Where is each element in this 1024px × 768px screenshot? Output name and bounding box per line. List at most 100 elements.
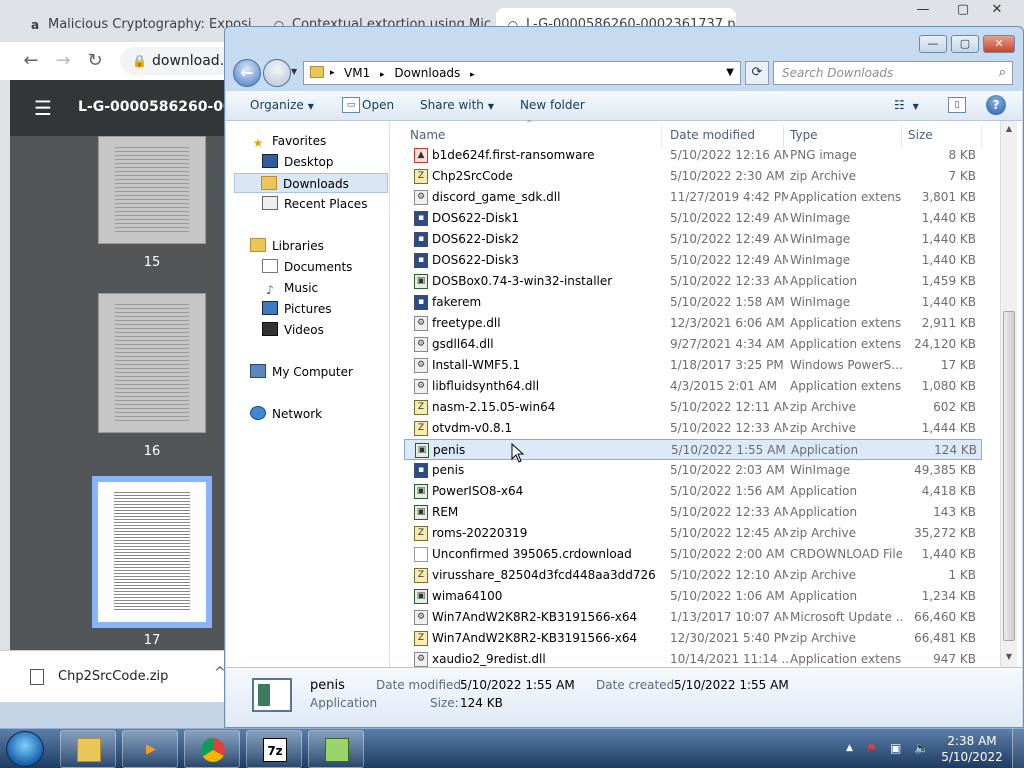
file-row[interactable]: ▪ DOS622-Disk1 5/10/2022 12:49 AM WinImage 1…: [404, 208, 982, 229]
nav-music[interactable]: ♪ Music: [262, 278, 318, 298]
page-thumbnail-selected[interactable]: [92, 476, 212, 628]
file-row[interactable]: ▲ b1de624f.first-ransomware 5/10/2022 12:1…: [404, 145, 982, 166]
file-row[interactable]: Z Chp2SrcCode 5/10/2022 2:30 AM zip Archive…: [404, 166, 982, 187]
dll-file-icon: ⚙: [414, 337, 428, 352]
page-thumbnail[interactable]: [98, 293, 206, 433]
back-arrow-icon[interactable]: ←: [18, 48, 44, 74]
taskbar-notepad-plus-plus[interactable]: [308, 730, 364, 768]
chrome-close-icon[interactable]: ✕: [974, 0, 1020, 20]
file-row[interactable]: ⚙ Install-WMF5.1 1/18/2017 3:25 PM Windows …: [404, 355, 982, 376]
back-button[interactable]: ←: [233, 59, 261, 87]
file-row[interactable]: ▪ fakerem 5/10/2022 1:58 AM WinImage 1,440 K…: [404, 292, 982, 313]
breadcrumb-chevron-icon[interactable]: ▸: [470, 70, 475, 80]
close-button[interactable]: ✕: [983, 35, 1015, 53]
minimize-button[interactable]: —: [919, 35, 947, 53]
file-date: 11/27/2019 4:42 PM: [670, 190, 788, 204]
nav-favorites[interactable]: ★ Favorites: [250, 131, 327, 151]
file-row[interactable]: ⚙ Win7AndW2K8R2-KB3191566-x64 1/13/2017 10…: [404, 607, 982, 628]
maximize-button[interactable]: ▢: [951, 35, 979, 53]
file-row[interactable]: ▣ wima64100 5/10/2022 1:06 AM Application 1,…: [404, 586, 982, 607]
nav-documents[interactable]: Documents: [262, 257, 352, 277]
nav-desktop[interactable]: Desktop: [262, 152, 334, 172]
taskbar-7zip[interactable]: 7z: [246, 730, 302, 768]
forward-button[interactable]: →: [263, 59, 291, 87]
network-tray-icon[interactable]: ▣: [890, 741, 901, 755]
file-size: 1,440 KB: [921, 547, 976, 561]
nav-pictures[interactable]: Pictures: [262, 299, 332, 319]
file-row[interactable]: Unconfirmed 395065.crdownload 5/10/2022 2…: [404, 544, 982, 565]
file-type: Application extens...: [790, 337, 902, 351]
file-row[interactable]: Zvirusshare_82504d3fcd448aa3dd726bc7fe..…: [404, 565, 982, 586]
search-input[interactable]: Search Downloads ⌕: [773, 61, 1013, 85]
address-dropdown-icon[interactable]: ▼: [726, 62, 734, 84]
zip-file-icon: Z: [414, 631, 428, 646]
file-row[interactable]: ⚙ freetype.dll 12/3/2021 6:06 AM Applicatio…: [404, 313, 982, 334]
taskbar-explorer[interactable]: [60, 730, 116, 768]
new-folder-button[interactable]: New folder: [520, 98, 585, 112]
page-thumbnail[interactable]: [98, 136, 206, 244]
column-header-size[interactable]: Size: [902, 125, 982, 147]
chrome-tab-1[interactable]: a Malicious Cryptography: Exposi: [18, 8, 258, 42]
nav-downloads[interactable]: Downloads: [234, 173, 388, 193]
open-button[interactable]: Open: [362, 98, 394, 112]
system-clock[interactable]: 2:38 AM 5/10/2022: [936, 733, 1008, 765]
file-row[interactable]: ▣ DOSBox0.74-3-win32-installer 5/10/2022 1…: [404, 271, 982, 292]
breadcrumb-downloads[interactable]: Downloads: [394, 66, 460, 80]
file-row[interactable]: ▣ PowerISO8-x64 5/10/2022 1:56 AM Applicati…: [404, 481, 982, 502]
file-row[interactable]: ▪ DOS622-Disk3 5/10/2022 12:49 AM WinImage 1…: [404, 250, 982, 271]
nav-videos[interactable]: Videos: [262, 320, 324, 340]
taskbar-chrome[interactable]: [184, 730, 240, 768]
start-button[interactable]: [6, 731, 44, 767]
nav-libraries[interactable]: Libraries: [250, 236, 324, 256]
file-row[interactable]: ▪ DOS622-Disk2 5/10/2022 12:49 AM WinImage 1…: [404, 229, 982, 250]
file-size: 2,911 KB: [921, 316, 976, 330]
vertical-scrollbar[interactable]: ▲ ▼: [1000, 121, 1017, 667]
file-size: 1 KB: [948, 568, 976, 582]
breadcrumb-chevron-icon[interactable]: ▸: [330, 62, 335, 84]
column-header-date[interactable]: Date modified: [664, 125, 784, 147]
preview-pane-icon[interactable]: ▯: [948, 97, 966, 113]
reload-icon[interactable]: ↻: [82, 48, 108, 74]
view-options-icon[interactable]: ☷ ▼: [894, 98, 919, 112]
file-row[interactable]: Znasm-2.15.05-win64 5/10/2022 12:11 AM zip…: [404, 397, 982, 418]
app-file-icon: ▣: [415, 443, 429, 458]
organize-button[interactable]: Organize ▼: [250, 98, 314, 112]
help-icon[interactable]: ?: [986, 95, 1006, 115]
column-header-type[interactable]: Type: [784, 125, 902, 147]
file-row[interactable]: ▣ penis 5/10/2022 1:55 AM Application 124 KB: [404, 439, 982, 460]
tray-expand-icon[interactable]: ▲: [846, 743, 853, 753]
file-name: Win7AndW2K8R2-KB3191566-x64: [432, 610, 638, 624]
file-row[interactable]: ⚙ libfluidsynth64.dll 4/3/2015 2:01 AM Appl…: [404, 376, 982, 397]
file-row[interactable]: ▪ penis 5/10/2022 2:03 AM WinImage 49,385 KB: [404, 460, 982, 481]
file-name: libfluidsynth64.dll: [432, 379, 540, 393]
file-row[interactable]: Zroms-20220319 5/10/2022 12:45 AM zip Arch…: [404, 523, 982, 544]
file-row[interactable]: ⚙ gsdll64.dll 9/27/2021 4:34 AM Application…: [404, 334, 982, 355]
file-name: b1de624f.first-ransomware: [432, 148, 595, 162]
address-bar[interactable]: ▸ VM1 ▸ Downloads ▸ ▼: [303, 61, 741, 85]
action-center-flag-icon[interactable]: ⚑: [866, 741, 877, 755]
forward-arrow-icon[interactable]: →: [50, 48, 76, 74]
taskbar-media-player[interactable]: ▶: [122, 730, 178, 768]
nav-network[interactable]: Network: [250, 404, 322, 424]
file-type: WinImage: [790, 211, 851, 225]
hamburger-menu-icon[interactable]: ☰: [34, 96, 52, 120]
breadcrumb-chevron-icon[interactable]: ▸: [380, 70, 385, 80]
volume-icon[interactable]: 🔈: [914, 741, 929, 755]
share-with-button[interactable]: Share with ▼: [420, 98, 494, 112]
file-row[interactable]: ⚙ discord_game_sdk.dll 11/27/2019 4:42 PM A…: [404, 187, 982, 208]
scroll-down-icon[interactable]: ▼: [1001, 649, 1017, 665]
download-item-name[interactable]: Chp2SrcCode.zip: [58, 669, 168, 684]
refresh-button[interactable]: ⟳: [745, 61, 769, 85]
file-date: 5/10/2022 1:56 AM: [670, 484, 785, 498]
file-row[interactable]: Zotvdm-v0.8.1 5/10/2022 12:33 AM zip Archi…: [404, 418, 982, 439]
scroll-up-icon[interactable]: ▲: [1001, 121, 1017, 137]
column-header-name[interactable]: Name: [404, 125, 662, 147]
nav-recent-places[interactable]: Recent Places: [262, 194, 367, 214]
file-row[interactable]: Z Win7AndW2K8R2-KB3191566-x64 12/30/2021 5…: [404, 628, 982, 649]
breadcrumb-vm1[interactable]: VM1: [344, 66, 370, 80]
scrollbar-thumb[interactable]: [1003, 311, 1015, 641]
file-row[interactable]: ▣ REM 5/10/2022 12:33 AM Application 143 KB: [404, 502, 982, 523]
nav-my-computer[interactable]: My Computer: [250, 362, 353, 382]
recent-pages-chevron-icon[interactable]: ▼: [291, 67, 297, 76]
show-desktop-button[interactable]: [1012, 729, 1024, 768]
